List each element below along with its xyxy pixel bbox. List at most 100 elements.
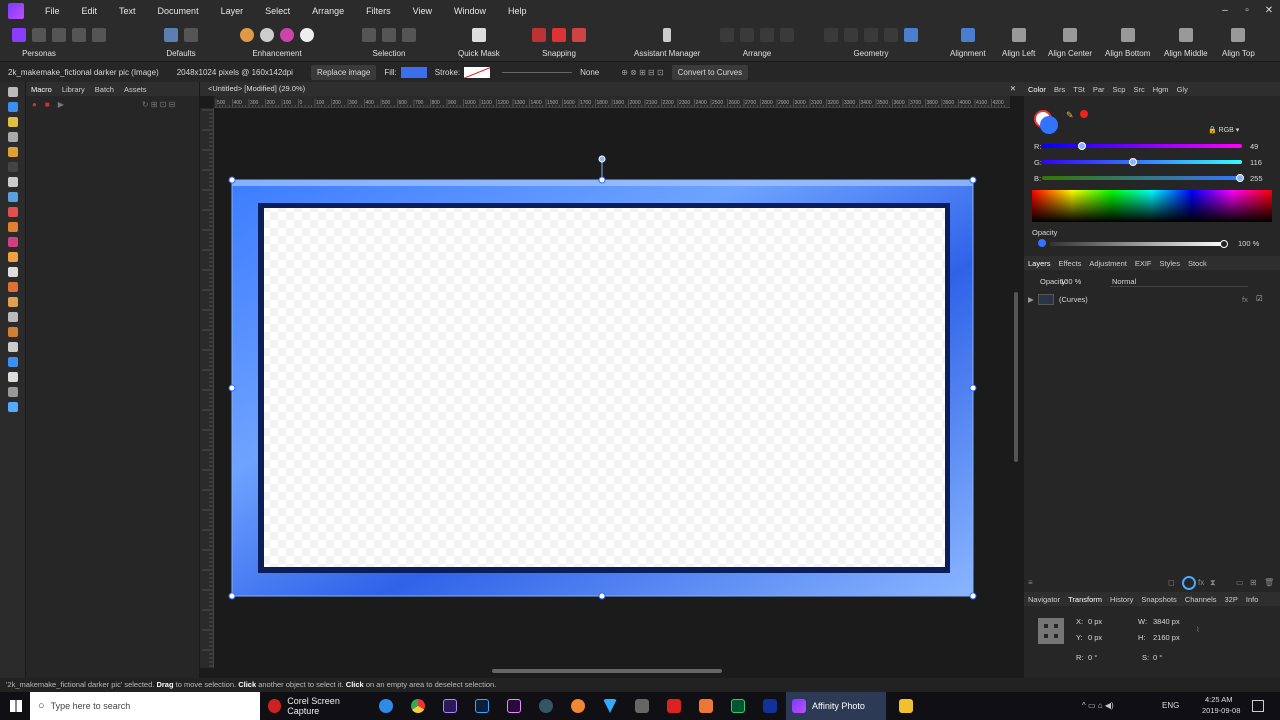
taskbar-acrobat[interactable]: [658, 692, 690, 720]
menu-select[interactable]: Select: [254, 6, 301, 16]
transform-icons[interactable]: ⊕ ⊗ ⊞ ⊟ ⊡: [621, 68, 663, 77]
stroke-width-slider[interactable]: [502, 71, 573, 73]
stop-icon[interactable]: ■: [45, 100, 50, 109]
menu-help[interactable]: Help: [497, 6, 538, 16]
handle-top-center[interactable]: [598, 176, 606, 184]
develop-persona-icon[interactable]: [52, 28, 66, 42]
layers-stack-icon[interactable]: ≡: [1028, 578, 1033, 587]
tab-channels[interactable]: Channels: [1181, 595, 1221, 604]
tab-histogram[interactable]: Hgm: [1149, 85, 1173, 94]
arrange-front-icon[interactable]: [780, 28, 794, 42]
g-slider-knob[interactable]: [1129, 158, 1137, 166]
color-mode-dropdown[interactable]: 🔒 RGB ▾: [1208, 126, 1239, 134]
canvas[interactable]: [214, 108, 1010, 668]
taskbar-vectorize[interactable]: [594, 692, 626, 720]
tab-history[interactable]: History: [1106, 595, 1137, 604]
tab-stock[interactable]: Stock: [1184, 259, 1211, 268]
layer-visibility-icon[interactable]: ☑: [1256, 294, 1263, 303]
smudge-tool-icon[interactable]: [7, 312, 18, 322]
tab-32p[interactable]: 32P: [1221, 595, 1242, 604]
layer-row[interactable]: ▶ (Curves) fx ☑: [1024, 292, 1280, 308]
layer-mask-icon[interactable]: ◻: [1168, 578, 1175, 587]
document-close-icon[interactable]: ✕: [1010, 82, 1016, 96]
snapping-magnet-icon[interactable]: [552, 28, 566, 42]
assistant-manager-group[interactable]: Assistant Manager: [634, 26, 700, 58]
assistant-icon[interactable]: [663, 28, 672, 42]
menu-document[interactable]: Document: [147, 6, 210, 16]
align-middle-icon[interactable]: [1178, 28, 1193, 42]
tab-snapshots[interactable]: Snapshots: [1137, 595, 1180, 604]
flood-fill-icon[interactable]: [7, 192, 18, 202]
geometry-intersect-icon[interactable]: [864, 28, 878, 42]
taskbar-affinity-designer[interactable]: [722, 692, 754, 720]
align-center-group[interactable]: Align Center: [1048, 26, 1092, 58]
image-frame[interactable]: [214, 108, 1010, 668]
menu-layer[interactable]: Layer: [210, 6, 255, 16]
handle-middle-left[interactable]: [228, 384, 236, 392]
stroke-color-circle[interactable]: [1040, 116, 1058, 134]
b-slider[interactable]: [1042, 176, 1242, 180]
pen-tool-icon[interactable]: [7, 342, 18, 352]
defaults-sync-icon[interactable]: [184, 28, 198, 42]
stroke-swatch[interactable]: [464, 66, 491, 78]
taskbar-affinity-publisher[interactable]: [754, 692, 786, 720]
paint-brush-icon[interactable]: [7, 222, 18, 232]
layer-opacity-value[interactable]: 100 %: [1060, 277, 1081, 286]
r-value[interactable]: 49: [1250, 142, 1258, 151]
menu-text[interactable]: Text: [108, 6, 147, 16]
healing-tool-icon[interactable]: [7, 327, 18, 337]
color-picker-icon[interactable]: [7, 117, 18, 127]
auto-colors-icon[interactable]: [280, 28, 294, 42]
tab-transform[interactable]: Transform: [1064, 595, 1106, 604]
zoom-tool-icon[interactable]: [7, 402, 18, 412]
b-slider-knob[interactable]: [1236, 174, 1244, 182]
auto-white-balance-icon[interactable]: [300, 28, 314, 42]
r-slider[interactable]: [1042, 144, 1242, 148]
invert-selection-icon[interactable]: [402, 28, 416, 42]
menu-window[interactable]: Window: [443, 6, 497, 16]
taskbar-after-effects[interactable]: [434, 692, 466, 720]
align-bottom-icon[interactable]: [1120, 28, 1135, 42]
shear-field[interactable]: 0 °: [1153, 653, 1162, 662]
tab-effects[interactable]: Effects: [1055, 259, 1086, 268]
taskbar-chrome[interactable]: [402, 692, 434, 720]
geometry-xor-icon[interactable]: [884, 28, 898, 42]
document-tab[interactable]: <Untitled> [Modified] (29.0%) ✕: [200, 82, 1024, 96]
geometry-subtract-icon[interactable]: [844, 28, 858, 42]
expand-icon[interactable]: ▶: [1028, 295, 1034, 304]
taskbar-blender[interactable]: [562, 692, 594, 720]
delete-layer-icon[interactable]: 🗑: [1264, 578, 1274, 587]
menu-arrange[interactable]: Arrange: [301, 6, 355, 16]
align-middle-group[interactable]: Align Middle: [1164, 26, 1208, 58]
adjustment-layer-icon[interactable]: [1182, 576, 1196, 590]
vertical-scrollbar[interactable]: [1014, 292, 1018, 462]
opacity-slider[interactable]: [1050, 242, 1226, 246]
dodge-tool-icon[interactable]: [7, 267, 18, 277]
handle-top-right[interactable]: [969, 176, 977, 184]
handle-top-left[interactable]: [228, 176, 236, 184]
blend-mode-dropdown[interactable]: Normal: [1110, 277, 1248, 287]
photo-persona-icon[interactable]: [12, 28, 26, 42]
tab-source[interactable]: Src: [1129, 85, 1148, 94]
snapping-toggle-icon[interactable]: [572, 28, 586, 42]
menu-filters[interactable]: Filters: [355, 6, 402, 16]
gradient-tool-icon[interactable]: [7, 207, 18, 217]
play-icon[interactable]: ▶: [58, 100, 64, 109]
system-tray-icons[interactable]: ^ ▭ ⌂ ◀): [1082, 701, 1114, 710]
menu-edit[interactable]: Edit: [71, 6, 109, 16]
align-left-icon[interactable]: [1011, 28, 1026, 42]
fx-add-icon[interactable]: fx: [1198, 578, 1204, 587]
alignment-group[interactable]: Alignment: [950, 26, 986, 58]
geometry-group[interactable]: Geometry: [824, 26, 918, 58]
b-value[interactable]: 255: [1250, 174, 1263, 183]
minimize-icon[interactable]: –: [1214, 0, 1236, 22]
tab-macro[interactable]: Macro: [26, 85, 57, 94]
defaults-icon[interactable]: [164, 28, 178, 42]
horizontal-scrollbar[interactable]: [492, 669, 722, 673]
align-top-icon[interactable]: [1231, 28, 1246, 42]
arrange-backward-icon[interactable]: [740, 28, 754, 42]
tab-color[interactable]: Color: [1024, 85, 1050, 94]
deselect-icon[interactable]: [382, 28, 396, 42]
image-size-dropdown[interactable]: 2048x1024 pixels @ 160x142dpi: [177, 68, 293, 77]
y-field[interactable]: 0 px: [1088, 633, 1102, 642]
